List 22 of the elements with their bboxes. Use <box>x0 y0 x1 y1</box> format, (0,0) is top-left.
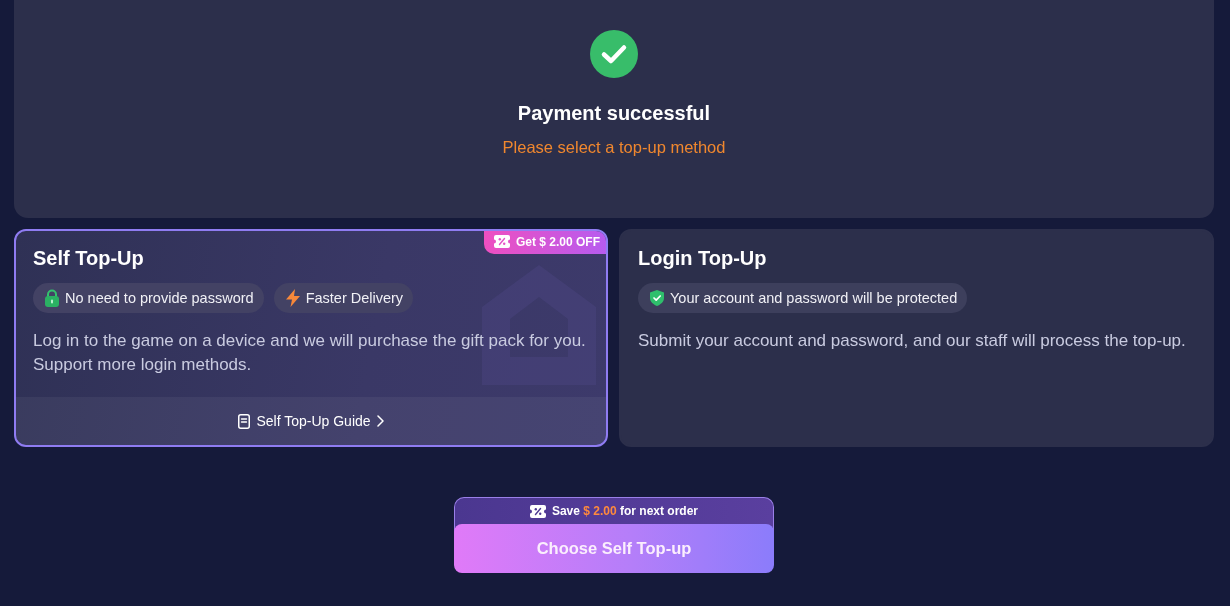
discount-ticket-icon <box>529 504 546 518</box>
document-icon <box>238 413 251 429</box>
feature-label: No need to provide password <box>65 290 254 306</box>
card-description: Log in to the game on a device and we will purchase the gift pack for you. Support more login methods. <box>33 330 587 376</box>
padlock-icon <box>45 289 59 307</box>
guide-link[interactable]: Self Top-Up Guide <box>238 413 384 429</box>
chevron-right-icon <box>376 415 384 427</box>
shield-check-icon <box>650 290 664 306</box>
feature-label: Faster Delivery <box>305 290 404 306</box>
status-title: Payment successful <box>517 101 711 125</box>
card-title: Self Top-Up <box>33 246 145 270</box>
method-card[interactable]: Login Top-Up Your account and password will be protected Submit your account and password, and our staff will process the top-up. <box>619 229 1214 447</box>
card-title: Login Top-Up <box>638 246 768 270</box>
promo-text: Save $ 2.00 for next order <box>551 504 699 518</box>
feature-label: Your account and password will be protected <box>670 290 958 306</box>
check-circle-icon <box>590 30 638 78</box>
status-subtitle: Please select a top-up method <box>502 137 726 158</box>
method-card[interactable]: Get $ 2.00 OFF Self Top-Up No need to provide password Faster Delivery Log in to the game on a device and we will purchase the gift pack for you. Support more login methods. Self Top-Up Guide <box>14 229 608 447</box>
discount-text: Get $ 2.00 OFF <box>515 234 600 249</box>
lightning-bolt-icon <box>285 289 300 307</box>
discount-ticket-icon <box>493 235 510 248</box>
card-description: Submit your account and password, and our staff will process the top-up. <box>638 330 1187 352</box>
